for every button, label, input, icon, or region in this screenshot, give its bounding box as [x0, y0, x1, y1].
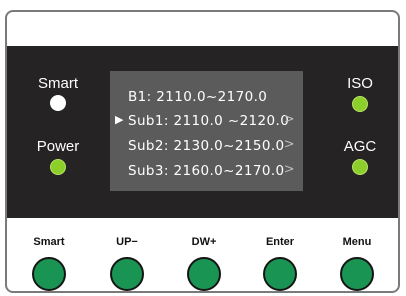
menu-button[interactable] [340, 257, 374, 291]
sub2-range-text: Sub2: 2130.0~2150.0 [128, 138, 285, 154]
up-button-label: UP− [116, 236, 138, 248]
lcd-display: B1: 2110.0~2170.0 ▶ Sub1: 2110.0 ~2120.0… [110, 71, 303, 191]
sub1-range-text: Sub1: 2110.0 ~2120.0 [128, 113, 290, 129]
down-button-label: DW+ [191, 236, 217, 248]
enter-button[interactable] [263, 257, 297, 291]
smart-indicator-led [50, 95, 66, 111]
band-range-text: B1: 2110.0~2170.0 [128, 89, 268, 105]
iso-indicator-led [352, 96, 368, 112]
agc-indicator-label: AGC [343, 138, 377, 155]
agc-indicator-led [352, 159, 368, 175]
power-indicator-label: Power [36, 138, 80, 155]
device-panel: Smart Power ISO AGC B1: 2110.0~2170.0 ▶ … [5, 10, 400, 293]
display-row-sub1[interactable]: ▶ Sub1: 2110.0 ~2120.0 > [110, 112, 303, 133]
smart-button-label: Smart [33, 236, 65, 248]
selection-cursor-icon: ▶ [115, 113, 124, 126]
display-row-band: B1: 2110.0~2170.0 [110, 89, 303, 109]
sub3-range-text: Sub3: 2160.0~2170.0 [128, 163, 285, 179]
enter-button-label: Enter [265, 236, 295, 248]
smart-indicator-label: Smart [37, 75, 78, 92]
display-row-sub2[interactable]: Sub2: 2130.0~2150.0 > [110, 137, 303, 158]
power-indicator-led [50, 159, 66, 175]
chevron-right-icon: > [283, 162, 295, 177]
down-button[interactable] [187, 257, 221, 291]
chevron-right-icon: > [283, 137, 295, 152]
smart-button[interactable] [32, 257, 66, 291]
menu-button-label: Menu [342, 236, 372, 248]
up-button[interactable] [110, 257, 144, 291]
chevron-right-icon: > [283, 112, 295, 127]
iso-indicator-label: ISO [347, 75, 373, 92]
display-row-sub3[interactable]: Sub3: 2160.0~2170.0 > [110, 162, 303, 183]
